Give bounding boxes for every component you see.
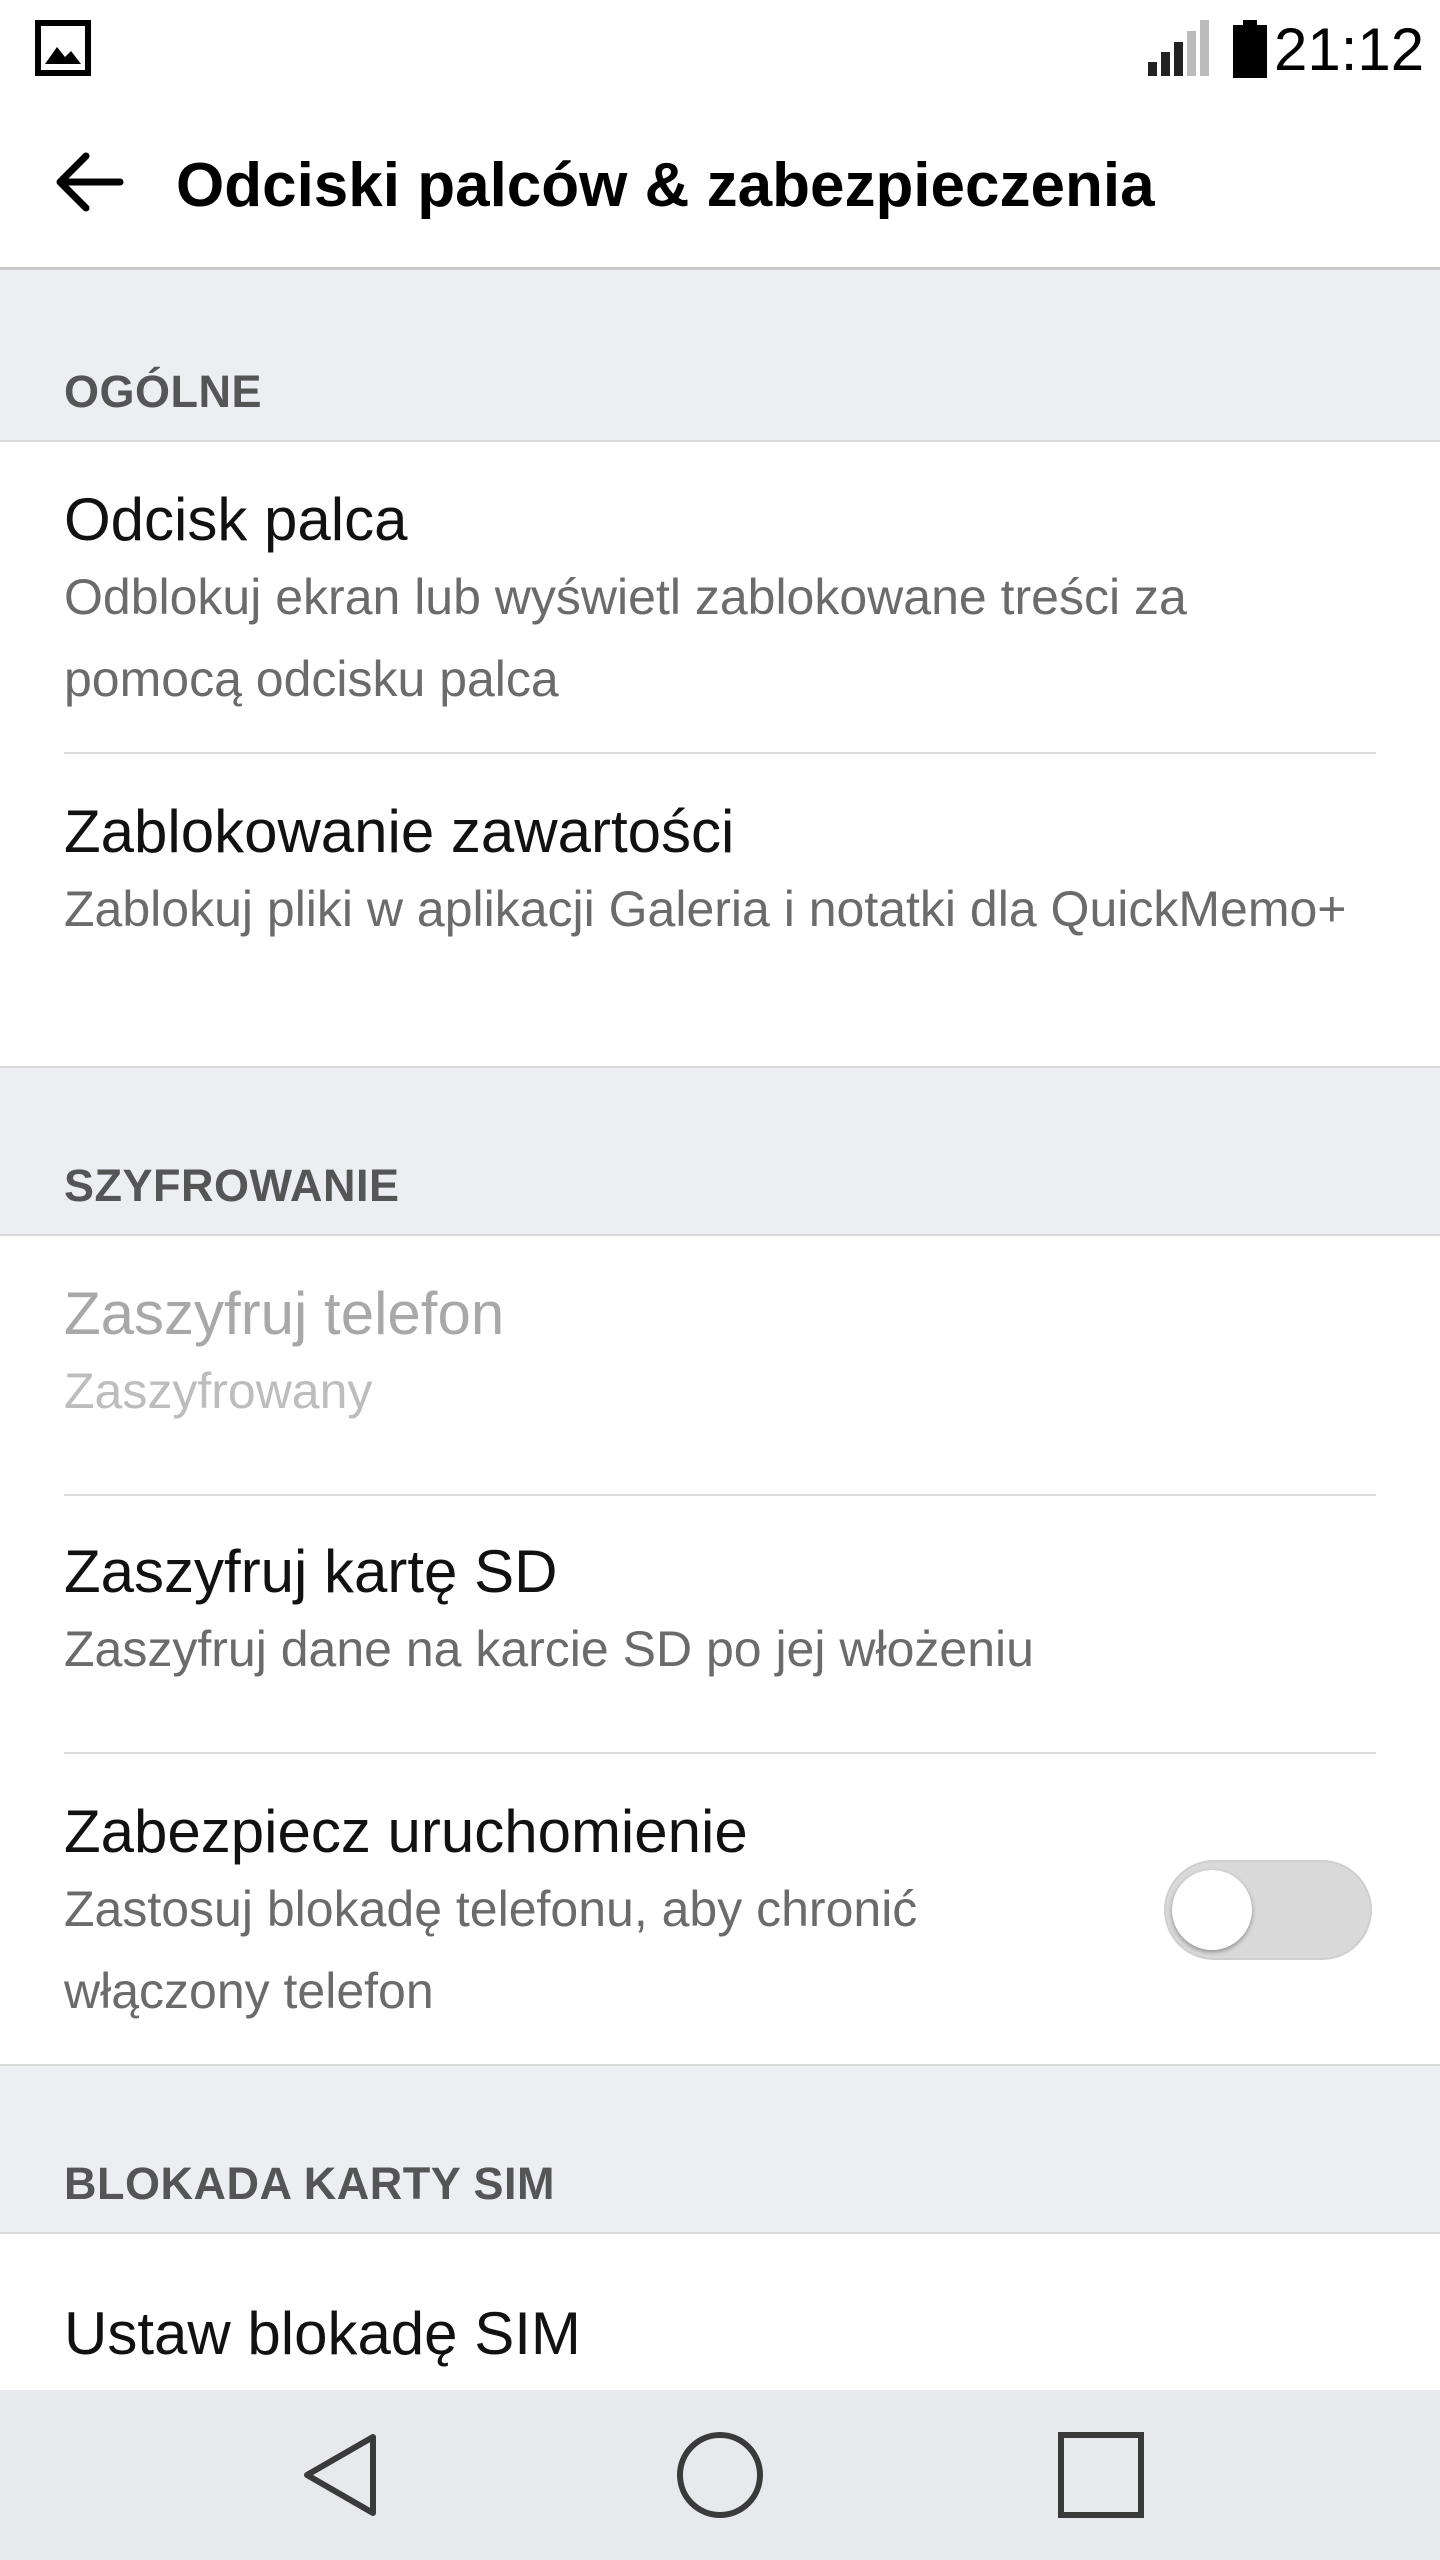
- item-title: Odcisk palca: [64, 486, 408, 553]
- item-title: Ustaw blokadę SIM: [64, 2300, 581, 2367]
- app-bar: Odciski palców & zabezpieczenia: [0, 100, 1440, 270]
- status-bar: 21:12: [0, 0, 1440, 100]
- item-title: Zablokowanie zawartości: [64, 798, 735, 865]
- list-item-fingerprint[interactable]: Odcisk palca Odblokuj ekran lub wyświetl…: [0, 442, 1440, 754]
- recents-square-icon: [1058, 2432, 1144, 2518]
- secure-startup-toggle[interactable]: [1164, 1860, 1372, 1960]
- battery-icon: [1233, 20, 1267, 78]
- back-button[interactable]: [40, 132, 140, 232]
- section-header-sim-lock: BLOKADA KARTY SIM: [0, 2064, 1440, 2234]
- section-label: OGÓLNE: [64, 366, 263, 417]
- toggle-knob: [1172, 1870, 1252, 1950]
- item-subtitle: Odblokuj ekran lub wyświetl zablokowane …: [64, 569, 1187, 707]
- item-title: Zabezpiecz uruchomienie: [64, 1798, 748, 1865]
- status-time: 21:12: [1274, 16, 1425, 83]
- nav-home-button[interactable]: [655, 2410, 785, 2540]
- page-title: Odciski palców & zabezpieczenia: [176, 151, 1155, 220]
- item-subtitle: Zaszyfruj dane na karcie SD po jej włoże…: [64, 1621, 1034, 1677]
- item-title: Zaszyfruj telefon: [64, 1280, 505, 1347]
- nav-recents-button[interactable]: [1036, 2410, 1166, 2540]
- section-label: BLOKADA KARTY SIM: [64, 2158, 555, 2209]
- item-title: Zaszyfruj kartę SD: [64, 1538, 558, 1605]
- item-subtitle: Zaszyfrowany: [64, 1363, 373, 1419]
- home-circle-icon: [677, 2432, 763, 2518]
- list-item-encrypt-phone: Zaszyfruj telefon Zaszyfrowany: [0, 1236, 1440, 1496]
- navigation-bar: [0, 2390, 1440, 2560]
- list-item-secure-startup[interactable]: Zabezpiecz uruchomienie Zastosuj blokadę…: [0, 1754, 1440, 2064]
- list-item-sim-lock[interactable]: Ustaw blokadę SIM: [0, 2234, 1440, 2390]
- nav-back-button[interactable]: [276, 2410, 406, 2540]
- section-header-encryption: SZYFROWANIE: [0, 1066, 1440, 1236]
- item-subtitle: Zablokuj pliki w aplikacji Galeria i not…: [64, 881, 1347, 937]
- settings-list[interactable]: OGÓLNE Odcisk palca Odblokuj ekran lub w…: [0, 270, 1440, 2390]
- section-header-general: OGÓLNE: [0, 270, 1440, 442]
- gallery-icon: [35, 20, 91, 76]
- back-triangle-icon: [304, 2434, 376, 2516]
- item-subtitle: Zastosuj blokadę telefonu, aby chronić w…: [64, 1881, 918, 2019]
- arrow-back-icon: [56, 152, 124, 212]
- section-label: SZYFROWANIE: [64, 1160, 400, 1211]
- signal-icon: [1148, 20, 1209, 76]
- list-item-content-lock[interactable]: Zablokowanie zawartości Zablokuj pliki w…: [0, 754, 1440, 1066]
- list-item-encrypt-sd[interactable]: Zaszyfruj kartę SD Zaszyfruj dane na kar…: [0, 1496, 1440, 1754]
